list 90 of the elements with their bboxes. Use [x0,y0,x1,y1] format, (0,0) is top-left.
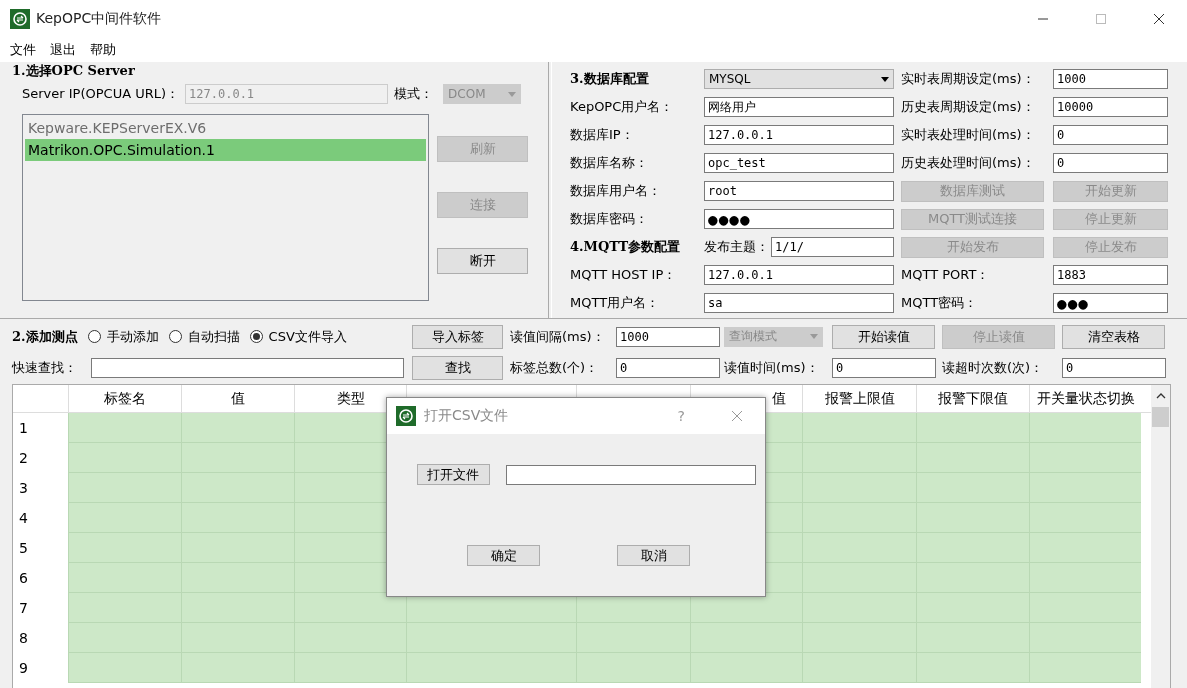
database-dropdown[interactable]: MYSQL [704,69,894,89]
input-field[interactable]: 1000 [1053,69,1168,89]
window-title: KepOPC中间件软件 [36,10,162,28]
section-heading: 2.添加测点 [12,327,78,346]
field-label: 历史表处理时间(ms)： [901,154,1036,172]
input-field[interactable]: sa [704,293,894,313]
input-field[interactable]: 1000 [616,326,720,347]
column-header[interactable]: 标签名 [104,389,146,408]
server-item[interactable]: Matrikon.OPC.Simulation.1 [25,139,426,161]
field-label: 历史表周期设定(ms)： [901,98,1036,116]
search-field[interactable] [91,357,404,378]
caret-icon [810,334,818,339]
open-file-button[interactable]: 打开文件 [417,464,490,485]
column-header[interactable]: 值 [772,389,786,408]
server-ip-label: Server IP(OPCUA URL)： [22,85,180,103]
dialog-title: 打开CSV文件 [424,407,509,425]
dialog-button[interactable]: 取消 [617,545,690,566]
caret-icon [881,76,889,82]
row-number: 8 [19,630,28,646]
section-heading: 1.选择OPC Server [12,62,136,80]
input-field[interactable]: 0 [616,357,720,378]
mode-label: 模式： [394,85,434,103]
field-label: MQTT用户名： [570,294,661,312]
field-label: MQTT密码： [901,294,979,312]
field-label: 发布主题： [704,238,769,256]
section-heading: 4.MQTT参数配置 [570,238,682,256]
field-label: 数据库密码： [570,210,649,228]
scroll-thumb[interactable] [1152,407,1169,427]
column-header[interactable]: 报警下限值 [938,389,1008,408]
server-item[interactable]: Kepware.KEPServerEX.V6 [25,117,426,139]
input-field[interactable]: 127.0.0.1 [704,125,894,145]
menu-item[interactable]: 文件 [10,41,36,59]
field-label: 标签总数(个)： [510,358,600,377]
input-field[interactable]: 127.0.0.1 [704,265,894,285]
row-number: 9 [19,660,28,676]
caret-icon [508,91,517,97]
app-icon [396,406,416,426]
radio-button[interactable]: 手动添加 [87,327,159,346]
server-button[interactable]: 断开 [437,248,528,274]
input-field[interactable]: 0 [1062,357,1166,378]
input-field[interactable]: 0 [1053,125,1168,145]
radio-button[interactable]: CSV文件导入 [249,327,347,346]
maximize-icon[interactable] [1095,13,1107,25]
close-icon[interactable] [1153,13,1165,25]
column-header[interactable]: 值 [231,389,245,408]
row-number: 1 [19,420,28,436]
column-header[interactable]: 报警上限值 [824,389,895,408]
row-number: 6 [19,570,28,586]
field-label: 实时表周期设定(ms)： [901,70,1036,88]
scrollbar[interactable] [1151,385,1170,688]
password-field[interactable]: ●●●● [704,209,894,229]
field-label: 数据库IP： [570,126,635,144]
field-label: 读值间隔(ms)： [510,327,606,346]
scroll-up-icon[interactable] [1155,393,1166,399]
radio-button[interactable]: 自动扫描 [168,327,240,346]
file-path-field[interactable] [505,464,756,485]
toolbar-button[interactable]: 开始读值 [832,324,935,349]
toolbar-button[interactable]: 导入标签 [412,324,503,349]
field-label: KepOPC用户名： [570,98,675,116]
section-heading: 3.数据库配置 [570,70,650,88]
field-label: 数据库名称： [570,154,649,172]
input-field[interactable]: 1883 [1053,265,1168,285]
row-number: 2 [19,450,28,466]
field-label: MQTT HOST IP： [570,266,678,284]
row-number: 7 [19,600,28,616]
input-field[interactable]: 0 [832,357,936,378]
field-label: 读超时次数(次)： [942,358,1045,377]
field-label: MQTT PORT： [901,266,991,284]
toolbar-button[interactable]: 查找 [412,355,503,380]
input-field[interactable]: 0 [1053,153,1168,173]
toolbar-button[interactable]: 清空表格 [1062,324,1165,349]
row-number: 3 [19,480,28,496]
search-label: 快速查找： [12,358,77,377]
password-field[interactable]: ●●● [1053,293,1168,313]
row-number: 4 [19,510,28,526]
field-label: 实时表处理时间(ms)： [901,126,1036,144]
field-label: 读值时间(ms)： [724,358,820,377]
menu-item[interactable]: 退出 [50,41,76,59]
input-field[interactable]: opc_test [704,153,894,173]
app-icon [10,9,30,29]
input-field[interactable]: 1/1/ [771,237,894,257]
input-field[interactable]: 10000 [1053,97,1168,117]
dialog-button[interactable]: 确定 [467,545,540,566]
input-field[interactable]: 网络用户 [704,97,894,117]
column-header[interactable]: 开关量状态切换 [1036,389,1135,408]
row-number: 5 [19,540,28,556]
field-label: 数据库用户名： [570,182,662,200]
column-header[interactable]: 类型 [336,389,365,408]
menu-item[interactable]: 帮助 [90,41,116,59]
input-field[interactable]: root [704,181,894,201]
